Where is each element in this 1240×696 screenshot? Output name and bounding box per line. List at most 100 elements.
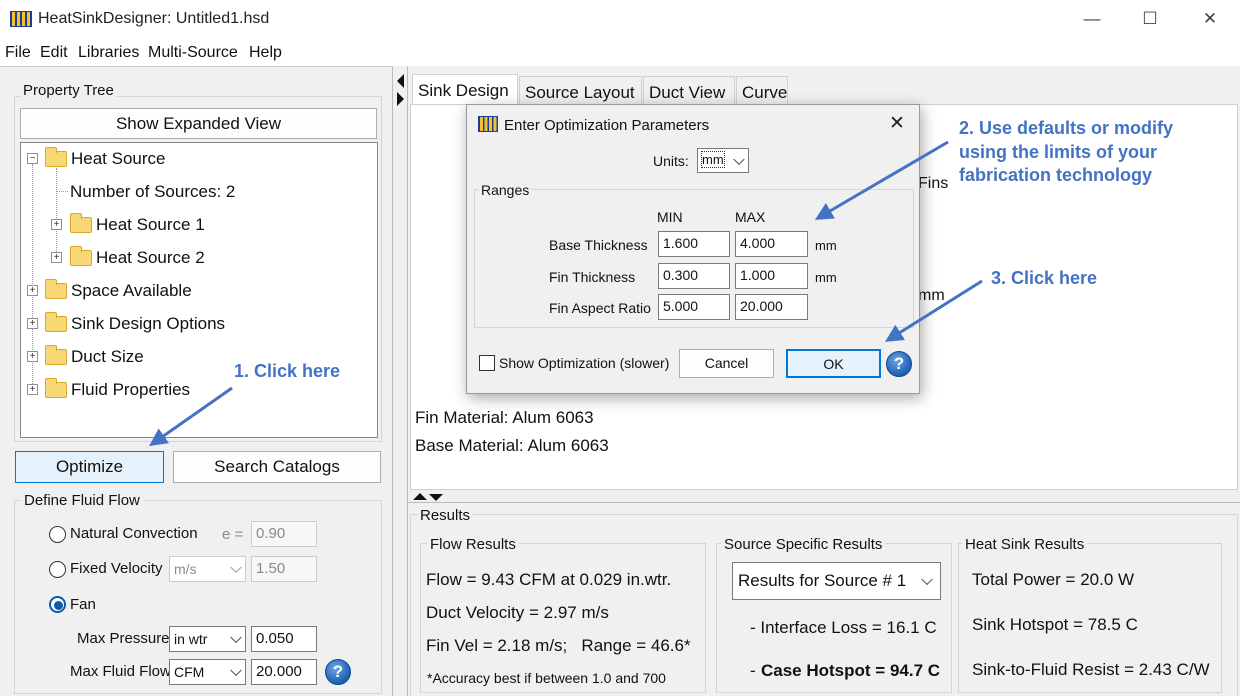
units-value: mm <box>701 151 725 168</box>
tree-item-heat-source-1[interactable]: Heat Source 1 <box>96 215 205 235</box>
fixed-velocity-label[interactable]: Fixed Velocity <box>70 560 163 577</box>
folder-icon <box>45 279 67 299</box>
fin-thickness-unit: mm <box>815 270 837 285</box>
optimize-button[interactable]: Optimize <box>15 451 164 483</box>
expand-toggle-icon[interactable]: + <box>27 285 38 296</box>
horizontal-splitter[interactable] <box>408 491 1240 503</box>
velocity-unit-value: m/s <box>174 561 197 577</box>
optimization-dialog: Enter Optimization Parameters ✕ Units: m… <box>466 104 920 394</box>
interface-loss-text: - Interface Loss = 16.1 C <box>750 618 937 637</box>
define-fluid-flow-label: Define Fluid Flow <box>21 492 143 509</box>
minimize-button[interactable]: — <box>1069 6 1115 32</box>
show-optimization-checkbox[interactable] <box>479 355 495 371</box>
splitter-arrows-icon[interactable] <box>411 492 445 502</box>
expand-toggle-icon[interactable]: + <box>51 252 62 263</box>
ok-button[interactable]: OK <box>786 349 881 378</box>
annotation-step-2-line-3: fabrication technology <box>959 165 1153 185</box>
help-icon[interactable]: ? <box>886 351 912 377</box>
base-material-text: Base Material: Alum 6063 <box>415 436 609 455</box>
dialog-title: Enter Optimization Parameters <box>504 117 710 134</box>
expand-toggle-icon[interactable]: + <box>27 318 38 329</box>
tree-item-duct-size[interactable]: Duct Size <box>71 347 144 367</box>
natural-convection-label[interactable]: Natural Convection <box>70 525 198 542</box>
tree-item-number-of-sources[interactable]: Number of Sources: 2 <box>70 182 235 202</box>
window-title: HeatSinkDesigner: Untitled1.hsd <box>38 10 270 27</box>
base-thickness-min-input[interactable]: 1.600 <box>658 231 730 257</box>
fin-velocity-text: Fin Vel = 2.18 m/s; Range = 46.6* <box>426 636 691 655</box>
expand-toggle-icon[interactable]: + <box>51 219 62 230</box>
tree-line <box>56 191 68 192</box>
fin-aspect-ratio-max-input[interactable]: 20.000 <box>735 294 808 320</box>
source-results-label: Source Specific Results <box>721 536 886 553</box>
close-button[interactable]: ✕ <box>1187 6 1233 32</box>
natural-convection-radio[interactable] <box>49 526 66 543</box>
annotation-step-1: 1. Click here <box>234 361 341 381</box>
annotation-step-2-line-2: using the limits of your <box>959 142 1158 162</box>
emissivity-label: e = <box>222 526 244 543</box>
fan-label[interactable]: Fan <box>70 596 96 613</box>
fin-thickness-min-input[interactable]: 0.300 <box>658 263 730 289</box>
fan-radio[interactable] <box>49 596 66 613</box>
menu-edit[interactable]: Edit <box>40 44 68 62</box>
velocity-input[interactable]: 1.50 <box>251 556 317 582</box>
tree-item-heat-source[interactable]: Heat Source <box>71 149 166 169</box>
case-hotspot-prefix: - <box>750 661 761 680</box>
case-hotspot-text: Case Hotspot = 94.7 C <box>761 661 941 680</box>
source-selector[interactable]: Results for Source # 1 <box>732 562 941 600</box>
annotation-step-2-line-1: 2. Use defaults or modify <box>959 118 1174 138</box>
chevron-down-icon <box>733 153 745 165</box>
expand-toggle-icon[interactable]: + <box>27 351 38 362</box>
maximize-button[interactable]: ☐ <box>1127 6 1173 32</box>
menu-file[interactable]: File <box>5 44 31 62</box>
tab-source-layout[interactable]: Source Layout <box>519 76 642 104</box>
tree-item-space-available[interactable]: Space Available <box>71 281 192 301</box>
menu-libraries[interactable]: Libraries <box>78 44 139 62</box>
menu-help[interactable]: Help <box>249 44 282 62</box>
folder-icon <box>70 246 92 266</box>
menu-multi-source[interactable]: Multi-Source <box>148 44 238 62</box>
total-power-text: Total Power = 20.0 W <box>972 570 1135 589</box>
tree-item-sink-design-options[interactable]: Sink Design Options <box>71 314 225 334</box>
units-select[interactable]: mm <box>697 148 749 173</box>
show-expanded-view-button[interactable]: Show Expanded View <box>20 108 377 139</box>
tab-curve[interactable]: Curve <box>736 76 788 104</box>
chevron-down-icon <box>230 631 242 644</box>
max-fluid-flow-input[interactable]: 20.000 <box>251 659 317 685</box>
fin-aspect-ratio-min-input[interactable]: 5.000 <box>658 294 730 320</box>
chevron-down-icon <box>921 573 933 586</box>
tree-item-heat-source-2[interactable]: Heat Source 2 <box>96 248 205 268</box>
expand-toggle-icon[interactable]: + <box>27 384 38 395</box>
tree-item-fluid-properties[interactable]: Fluid Properties <box>71 380 190 400</box>
tree-line <box>56 168 57 258</box>
mm-label: mm <box>918 287 945 304</box>
pressure-unit-value: in wtr <box>174 631 208 647</box>
cancel-button[interactable]: Cancel <box>679 349 774 378</box>
show-optimization-label[interactable]: Show Optimization (slower) <box>499 355 669 371</box>
app-icon <box>10 9 32 29</box>
fin-thickness-max-input[interactable]: 1.000 <box>735 263 808 289</box>
flow-unit-value: CFM <box>174 664 205 680</box>
fin-thickness-label: Fin Thickness <box>549 269 636 285</box>
help-icon[interactable]: ? <box>325 659 351 685</box>
flow-unit-select[interactable]: CFM <box>169 659 246 685</box>
search-catalogs-button[interactable]: Search Catalogs <box>173 451 381 483</box>
velocity-unit-select[interactable]: m/s <box>169 556 246 582</box>
collapse-toggle-icon[interactable]: − <box>27 153 38 164</box>
folder-icon <box>45 378 67 398</box>
tab-duct-view[interactable]: Duct View <box>643 76 735 104</box>
base-thickness-max-input[interactable]: 4.000 <box>735 231 808 257</box>
splitter-arrows-icon[interactable] <box>394 72 408 112</box>
emissivity-input[interactable]: 0.90 <box>251 521 317 547</box>
fixed-velocity-radio[interactable] <box>49 561 66 578</box>
vertical-splitter[interactable] <box>392 66 408 696</box>
results-label: Results <box>418 507 473 524</box>
dialog-close-icon[interactable]: ✕ <box>889 112 905 135</box>
heat-sink-results-label: Heat Sink Results <box>962 536 1088 553</box>
tab-sink-design[interactable]: Sink Design <box>412 74 518 106</box>
annotation-step-3: 3. Click here <box>991 268 1098 288</box>
chevron-down-icon <box>230 664 242 677</box>
max-pressure-input[interactable]: 0.050 <box>251 626 317 652</box>
fins-label: Fins <box>918 175 949 192</box>
pressure-unit-select[interactable]: in wtr <box>169 626 246 652</box>
fin-material-text: Fin Material: Alum 6063 <box>415 408 594 427</box>
